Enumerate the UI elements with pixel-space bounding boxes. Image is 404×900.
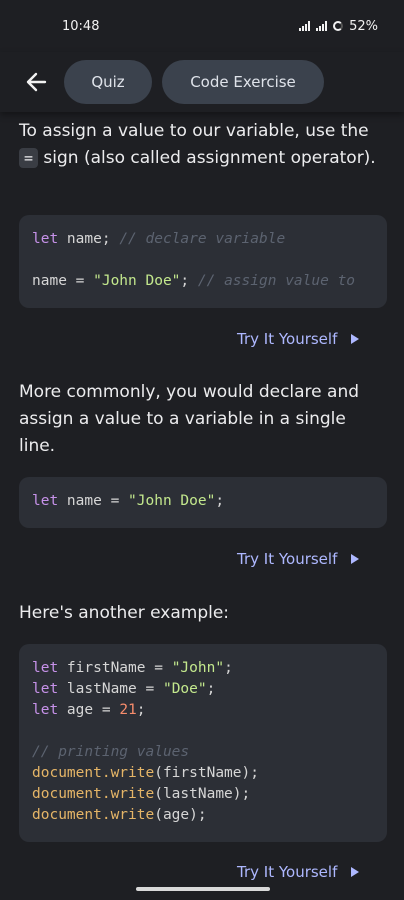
play-triangle-icon xyxy=(351,867,360,877)
play-triangle-icon xyxy=(351,334,360,344)
wifi-signal-icon xyxy=(299,21,311,31)
inline-code-equals: = xyxy=(19,148,39,168)
code-block-3[interactable]: let firstName = "John"; let lastName = "D… xyxy=(19,644,387,842)
play-triangle-icon xyxy=(351,554,360,564)
status-icons: 52% xyxy=(299,19,378,34)
arrow-left-icon xyxy=(26,72,47,92)
paragraph-another-example: Here's another example: xyxy=(19,603,230,623)
code-block-2[interactable]: let name = "John Doe"; xyxy=(19,477,387,528)
code-block-1[interactable]: let name; // declare variable name = "Joh… xyxy=(19,215,387,308)
status-time: 10:48 xyxy=(62,18,100,34)
battery-percent: 52% xyxy=(349,18,378,34)
battery-icon xyxy=(333,21,344,31)
top-nav: Quiz Code Exercise xyxy=(0,52,404,112)
back-button[interactable] xyxy=(22,68,50,96)
try-it-yourself-link-1[interactable]: Try It Yourself xyxy=(237,330,360,348)
quiz-tab[interactable]: Quiz xyxy=(64,60,152,104)
lesson-content[interactable]: To assign a value to our variable, use t… xyxy=(0,112,404,900)
status-bar: 10:48 52% xyxy=(0,0,404,52)
try-it-yourself-link-3[interactable]: Try It Yourself xyxy=(237,863,360,881)
paragraph-declare-assign: More commonly, you would declare and ass… xyxy=(19,382,360,456)
try-it-yourself-link-2[interactable]: Try It Yourself xyxy=(237,550,360,568)
code-exercise-tab[interactable]: Code Exercise xyxy=(162,60,324,104)
home-indicator[interactable] xyxy=(136,887,270,891)
cell-signal-icon xyxy=(316,21,328,31)
paragraph-assign: To assign a value to our variable, use t… xyxy=(19,121,376,168)
